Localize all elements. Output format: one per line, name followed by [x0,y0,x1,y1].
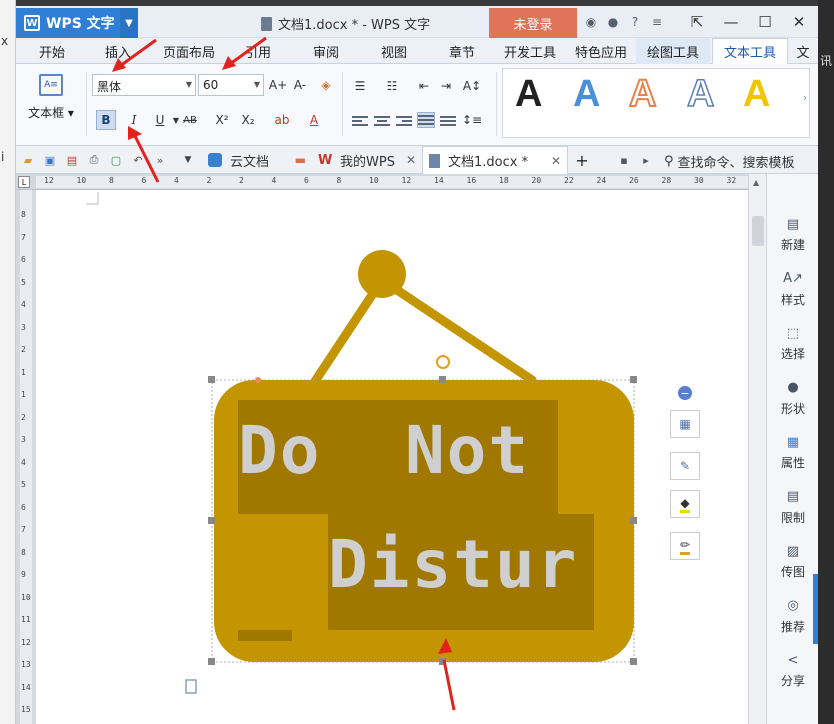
ruler-number: 5 [21,480,26,489]
taskpane-item-label: 形状 [780,401,805,416]
taskpane-item-style[interactable]: A↗ 样式 [767,271,818,308]
layout-options-icon[interactable] [185,679,197,694]
taskpane-item-new-doc[interactable]: ▤ 新建 [767,216,818,253]
resize-handle[interactable] [630,376,637,383]
annotation-arrow-shaft [229,36,267,66]
annotation-arrow-shaft [442,659,456,711]
ruler-number: 9 [21,570,26,579]
annotation-arrow-shaft [132,133,160,183]
taskpane-item-restrict[interactable]: ▤ 限制 [767,489,818,526]
taskpane-item-shape[interactable]: ● 形状 [767,380,818,417]
scroll-thumb[interactable] [752,216,764,246]
paint-bucket-icon: ◆ [680,496,690,513]
background-char: x [1,34,9,48]
ruler-number: 1 [21,367,26,377]
ruler-number: 1 [21,390,26,399]
vertical-scrollbar[interactable]: ▲ [748,174,766,724]
taskpane-item-select[interactable]: ⬚ 选择 [767,325,818,362]
upload-image-icon: ▨ [786,543,800,559]
sign-text-line2[interactable]: Distur [328,526,578,603]
property-icon: ▦ [786,434,800,450]
taskpane-item-label: 推荐 [780,619,805,634]
ruler-number: 6 [21,255,26,264]
taskpane-item-label: 限制 [780,510,805,525]
restrict-icon: ▤ [786,489,800,504]
resize-handle[interactable] [630,517,637,524]
scroll-up-icon[interactable]: ▲ [753,178,759,187]
collapse-float-icon[interactable]: − [678,386,692,400]
taskpane-item-upload-image[interactable]: ▨ 传图 [767,543,818,580]
taskpane-item-label: 新建 [780,238,805,252]
layout-tool-button[interactable]: ▦ [670,410,700,438]
ruler-number: 8 [21,210,26,219]
ruler-number: 14 [21,682,31,692]
fill-color-button[interactable]: ◆ [670,490,700,518]
edit-shape-button[interactable]: ✎ [670,452,700,480]
ruler-number: 15 [21,705,31,714]
taskpane-item-label: 属性 [780,456,805,470]
annotation-overlay [112,36,267,183]
desktop-char: 讯 [820,54,833,68]
resize-handle[interactable] [208,658,215,665]
shape-icon: ● [787,380,799,395]
task-pane: ▤ 新建 A↗ 样式 ⬚ 选择 ● 形状 ▦ 属性 ▤ 限制 ▨ 传图 ◎ 推荐 < 分享 [766,174,818,724]
taskpane-item-label: 样式 [780,292,805,307]
desktop-edge: 讯 [818,0,834,724]
ruler-number: 4 [21,300,26,309]
outline-color-button[interactable]: ✏ [670,532,700,560]
resize-handle[interactable] [208,376,215,383]
hanger-nail [358,250,406,298]
wps-window: W WPS 文字 ▼ 文档1.docx * - WPS 文字 未登录 ◉ ● ?… [16,6,818,724]
resize-handle[interactable] [630,658,637,665]
ruler-number: 11 [21,615,31,624]
pencil-icon: ✎ [679,459,691,473]
background-char: i [1,150,5,164]
taskpane-item-recommend[interactable]: ◎ 推荐 [767,598,818,635]
ruler-number: 3 [21,435,26,444]
taskpane-item-share[interactable]: < 分享 [767,652,818,689]
ruler-number: 13 [21,660,31,669]
ruler-number: 7 [21,525,26,534]
ruler-number: 2 [21,412,26,422]
resize-handle[interactable] [439,376,446,383]
ruler-number: 8 [21,547,26,557]
text-cursor-block [238,630,292,641]
new-doc-icon: ▤ [786,216,800,232]
annotation-arrow-shaft [119,38,157,68]
resize-handle[interactable] [208,517,215,524]
taskpane-item-label: 选择 [780,347,805,361]
chart-layout-icon: ▦ [679,417,691,431]
taskpane-item-label: 分享 [780,674,805,688]
ruler-number: 7 [21,232,26,242]
taskpane-item-property[interactable]: ▦ 属性 [767,434,818,471]
ruler-number: 4 [21,457,26,467]
ruler-number: 10 [21,592,31,602]
adjust-handle[interactable] [255,377,261,383]
document-page[interactable]: Do Not Distur − ▦ ✎ ◆ ✏ [36,190,748,724]
background-window-edge: x i [0,0,16,724]
ruler-number: 2 [21,345,26,354]
sign-text-line1[interactable]: Do Not [238,412,530,489]
ruler-number: 12 [21,637,31,647]
select-icon: ⬚ [786,325,800,341]
outline-pen-icon: ✏ [679,538,691,555]
rotate-handle-icon[interactable] [436,355,450,369]
vertical-ruler[interactable]: 8 7 6 5 4 3 2 1 1 2 3 4 5 6 7 8 9 10 11 12 13 14 15 [16,190,36,724]
hanger-string-right [377,275,537,385]
ruler-number: 5 [21,277,26,287]
recommend-icon: ◎ [787,598,799,613]
ruler-number: 6 [21,502,26,512]
share-icon: < [787,652,799,668]
ruler-number: 3 [21,322,26,332]
style-icon: A↗ [783,271,803,286]
taskpane-item-label: 传图 [780,565,805,579]
